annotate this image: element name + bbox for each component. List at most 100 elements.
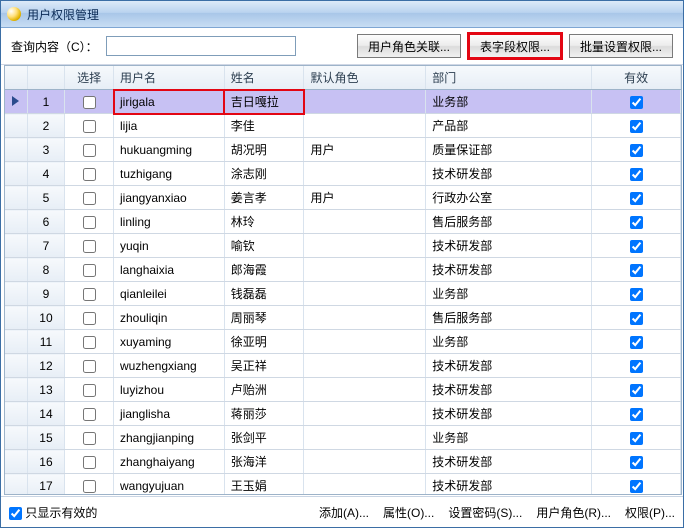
table-row[interactable]: 5jiangyanxiao姜言孝用户行政办公室 — [5, 186, 681, 210]
cell-department[interactable]: 业务部 — [426, 426, 592, 450]
row-valid-checkbox[interactable] — [630, 456, 643, 469]
col-index[interactable] — [27, 66, 65, 90]
row-select-checkbox[interactable] — [83, 144, 96, 157]
cell-username[interactable]: zhouliqin — [114, 306, 225, 330]
cell-department[interactable]: 售后服务部 — [426, 306, 592, 330]
row-valid-checkbox[interactable] — [630, 168, 643, 181]
cell-role[interactable] — [304, 258, 426, 282]
cell-username[interactable]: qianleilei — [114, 282, 225, 306]
table-row[interactable]: 1jirigala吉日嘎拉业务部 — [5, 90, 681, 114]
table-row[interactable]: 14jianglisha蒋丽莎技术研发部 — [5, 402, 681, 426]
row-select-checkbox[interactable] — [83, 384, 96, 397]
batch-set-permission-button[interactable]: 批量设置权限... — [569, 34, 673, 58]
table-row[interactable]: 15zhangjianping张剑平业务部 — [5, 426, 681, 450]
cell-username[interactable]: jirigala — [114, 90, 225, 114]
cell-department[interactable]: 业务部 — [426, 282, 592, 306]
row-valid-checkbox[interactable] — [630, 120, 643, 133]
col-valid[interactable]: 有效 — [592, 66, 681, 90]
cell-username[interactable]: jiangyanxiao — [114, 186, 225, 210]
row-valid-checkbox[interactable] — [630, 480, 643, 493]
cell-realname[interactable]: 张剑平 — [224, 426, 304, 450]
footer-set-password[interactable]: 设置密码(S)... — [448, 504, 522, 521]
cell-realname[interactable]: 周丽琴 — [224, 306, 304, 330]
row-select-checkbox[interactable] — [83, 264, 96, 277]
row-valid-checkbox[interactable] — [630, 216, 643, 229]
row-valid-checkbox[interactable] — [630, 240, 643, 253]
row-valid-checkbox[interactable] — [630, 264, 643, 277]
row-valid-checkbox[interactable] — [630, 288, 643, 301]
row-select-checkbox[interactable] — [83, 480, 96, 493]
cell-role[interactable]: 用户 — [304, 186, 426, 210]
row-select-checkbox[interactable] — [83, 432, 96, 445]
cell-role[interactable]: 用户 — [304, 138, 426, 162]
row-valid-checkbox[interactable] — [630, 312, 643, 325]
table-row[interactable]: 6linling林玲售后服务部 — [5, 210, 681, 234]
row-select-checkbox[interactable] — [83, 96, 96, 109]
cell-username[interactable]: tuzhigang — [114, 162, 225, 186]
row-valid-checkbox[interactable] — [630, 144, 643, 157]
cell-role[interactable] — [304, 282, 426, 306]
cell-realname[interactable]: 吉日嘎拉 — [224, 90, 304, 114]
cell-role[interactable] — [304, 210, 426, 234]
col-default-role[interactable]: 默认角色 — [304, 66, 426, 90]
table-row[interactable]: 16zhanghaiyang张海洋技术研发部 — [5, 450, 681, 474]
cell-department[interactable]: 质量保证部 — [426, 138, 592, 162]
cell-role[interactable] — [304, 162, 426, 186]
table-row[interactable]: 4tuzhigang涂志刚技术研发部 — [5, 162, 681, 186]
table-field-permission-button[interactable]: 表字段权限... — [469, 34, 561, 58]
cell-username[interactable]: lijia — [114, 114, 225, 138]
row-select-checkbox[interactable] — [83, 120, 96, 133]
cell-role[interactable] — [304, 378, 426, 402]
cell-department[interactable]: 技术研发部 — [426, 162, 592, 186]
cell-username[interactable]: wangyujuan — [114, 474, 225, 496]
table-row[interactable]: 8langhaixia郎海霞技术研发部 — [5, 258, 681, 282]
table-row[interactable]: 13luyizhou卢贻洲技术研发部 — [5, 378, 681, 402]
table-row[interactable]: 12wuzhengxiang吴正祥技术研发部 — [5, 354, 681, 378]
cell-realname[interactable]: 李佳 — [224, 114, 304, 138]
cell-realname[interactable]: 郎海霞 — [224, 258, 304, 282]
cell-department[interactable]: 技术研发部 — [426, 234, 592, 258]
col-realname[interactable]: 姓名 — [224, 66, 304, 90]
row-select-checkbox[interactable] — [83, 360, 96, 373]
footer-permission[interactable]: 权限(P)... — [625, 504, 675, 521]
cell-role[interactable] — [304, 330, 426, 354]
cell-realname[interactable]: 徐亚明 — [224, 330, 304, 354]
cell-department[interactable]: 业务部 — [426, 330, 592, 354]
cell-department[interactable]: 售后服务部 — [426, 210, 592, 234]
cell-username[interactable]: wuzhengxiang — [114, 354, 225, 378]
row-select-checkbox[interactable] — [83, 312, 96, 325]
row-select-checkbox[interactable] — [83, 168, 96, 181]
row-select-checkbox[interactable] — [83, 336, 96, 349]
cell-username[interactable]: linling — [114, 210, 225, 234]
row-valid-checkbox[interactable] — [630, 432, 643, 445]
cell-realname[interactable]: 王玉娟 — [224, 474, 304, 496]
footer-user-role[interactable]: 用户角色(R)... — [536, 504, 611, 521]
cell-role[interactable] — [304, 90, 426, 114]
cell-username[interactable]: langhaixia — [114, 258, 225, 282]
row-valid-checkbox[interactable] — [630, 192, 643, 205]
row-select-checkbox[interactable] — [83, 288, 96, 301]
cell-username[interactable]: zhangjianping — [114, 426, 225, 450]
cell-department[interactable]: 技术研发部 — [426, 378, 592, 402]
cell-realname[interactable]: 姜言孝 — [224, 186, 304, 210]
cell-role[interactable] — [304, 234, 426, 258]
cell-department[interactable]: 技术研发部 — [426, 402, 592, 426]
cell-department[interactable]: 业务部 — [426, 90, 592, 114]
cell-username[interactable]: zhanghaiyang — [114, 450, 225, 474]
table-row[interactable]: 11xuyaming徐亚明业务部 — [5, 330, 681, 354]
query-input[interactable] — [106, 36, 296, 56]
cell-realname[interactable]: 胡况明 — [224, 138, 304, 162]
cell-username[interactable]: hukuangming — [114, 138, 225, 162]
row-select-checkbox[interactable] — [83, 216, 96, 229]
cell-username[interactable]: xuyaming — [114, 330, 225, 354]
col-select[interactable]: 选择 — [65, 66, 114, 90]
only-valid-checkbox[interactable] — [9, 507, 22, 520]
table-row[interactable]: 10zhouliqin周丽琴售后服务部 — [5, 306, 681, 330]
table-row[interactable]: 17wangyujuan王玉娟技术研发部 — [5, 474, 681, 496]
cell-department[interactable]: 技术研发部 — [426, 354, 592, 378]
col-department[interactable]: 部门 — [426, 66, 592, 90]
col-username[interactable]: 用户名 — [114, 66, 225, 90]
cell-department[interactable]: 技术研发部 — [426, 474, 592, 496]
table-row[interactable]: 7yuqin喻钦技术研发部 — [5, 234, 681, 258]
cell-department[interactable]: 技术研发部 — [426, 258, 592, 282]
